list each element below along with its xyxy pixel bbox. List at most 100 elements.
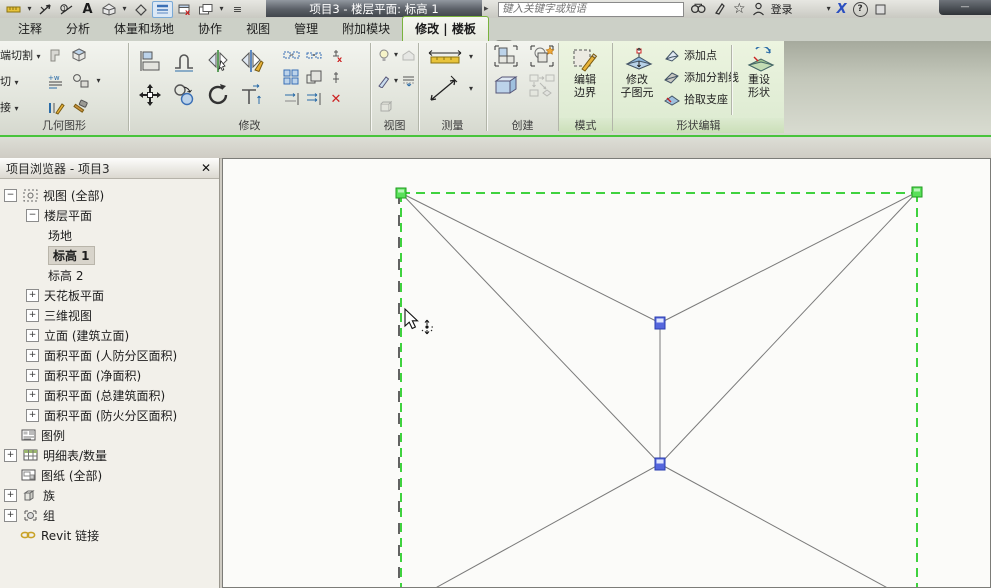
underlay-icon[interactable] [401, 74, 416, 88]
tree-item-视图--全部-[interactable]: −视图 (全部) [0, 185, 219, 205]
exchange-apps-icon[interactable]: X [837, 1, 847, 17]
frame-box-icon[interactable] [377, 100, 392, 114]
offset-icon[interactable] [171, 48, 197, 74]
aligned-dimension-icon[interactable]: 1 [57, 2, 76, 17]
end-cut-button[interactable]: 端切割 ▾ [0, 47, 41, 63]
section-icon[interactable] [131, 2, 150, 17]
switch-windows-dropdown-icon[interactable]: ▾ [217, 2, 226, 17]
tree-item-立面--建筑立面-[interactable]: +立面 (建筑立面) [0, 325, 219, 345]
ribbon-tab-5[interactable]: 管理 [282, 17, 330, 41]
favorites-star-icon[interactable]: ☆ [733, 1, 746, 17]
tree-item-图纸--全部-[interactable]: 图纸 (全部) [0, 465, 219, 485]
expand-icon[interactable]: + [26, 349, 39, 362]
drawing-area[interactable] [222, 158, 991, 588]
paste-aligned-icon[interactable] [528, 73, 556, 99]
measure-dropdown-icon[interactable]: ▾ [25, 2, 34, 17]
modify-sub-elements-button[interactable]: 修改 子图元 [615, 45, 659, 99]
ribbon-tab-0[interactable]: 注释 [6, 17, 54, 41]
trim-multiple-icon[interactable] [305, 92, 323, 106]
tree-item-图例[interactable]: 图例 [0, 425, 219, 445]
expand-icon[interactable]: + [26, 409, 39, 422]
collapse-icon[interactable]: − [4, 189, 17, 202]
shape-edge-2[interactable] [401, 193, 660, 464]
create-similar-icon[interactable] [528, 43, 556, 69]
expand-icon[interactable]: + [26, 329, 39, 342]
signin-dropdown-icon[interactable]: ▾ [827, 1, 831, 17]
help-panel-icon[interactable] [874, 1, 888, 17]
minimize-icon[interactable]: — [961, 3, 970, 12]
tree-item-天花板平面[interactable]: +天花板平面 [0, 285, 219, 305]
add-split-line-button[interactable]: 添加分割线 [663, 67, 739, 87]
scale-icon[interactable] [305, 69, 323, 85]
ribbon-tab-1[interactable]: 分析 [54, 17, 102, 41]
linework-icon[interactable] [47, 99, 65, 116]
ribbon-tab-3[interactable]: 协作 [186, 17, 234, 41]
shape-edge-6[interactable] [660, 464, 917, 587]
dimension-diagonal-icon[interactable] [427, 74, 461, 104]
ribbon-tab-4[interactable]: 视图 [234, 17, 282, 41]
scale-grid-icon[interactable] [283, 69, 301, 85]
close-hidden-windows-icon[interactable]: x [175, 2, 194, 17]
switch-windows-icon[interactable] [196, 2, 215, 17]
rotate-icon[interactable] [205, 82, 231, 108]
subscription-center-icon[interactable] [713, 1, 727, 17]
save-library-icon[interactable] [492, 73, 520, 99]
window-controls[interactable]: — [939, 0, 991, 15]
copy-icon[interactable] [171, 82, 197, 108]
edit-boundary-button[interactable]: 编辑 边界 [563, 45, 607, 99]
beam-join-icon[interactable] [71, 73, 91, 89]
thin-lines-icon[interactable] [152, 1, 173, 18]
join-geometry-icon[interactable] [70, 47, 88, 64]
measure-ruler-icon[interactable] [425, 48, 465, 66]
align-icon[interactable] [137, 48, 163, 74]
tree-item-Revit-链接[interactable]: Revit 链接 [0, 525, 219, 545]
mirror-pick-axis-icon[interactable] [205, 48, 231, 74]
ribbon-tab-6[interactable]: 附加模块 [330, 17, 402, 41]
signin-person-icon[interactable] [752, 1, 765, 17]
tree-item-三维视图[interactable]: +三维视图 [0, 305, 219, 325]
expand-icon[interactable]: + [26, 309, 39, 322]
create-group-icon[interactable] [492, 43, 520, 69]
shape-edge-1[interactable] [660, 192, 917, 323]
delete-icon[interactable]: ✕ [331, 93, 342, 106]
array-radial-icon[interactable] [305, 48, 323, 62]
tree-item-明细表-数量[interactable]: +明细表/数量 [0, 445, 219, 465]
expand-icon[interactable]: + [4, 509, 17, 522]
array-linear-icon[interactable] [283, 48, 301, 62]
lightbulb-icon[interactable] [377, 48, 391, 63]
join-button[interactable]: 接 ▾ [0, 99, 19, 115]
tree-item-面积平面--总建筑面积-[interactable]: +面积平面 (总建筑面积) [0, 385, 219, 405]
unpin-icon[interactable]: x [327, 48, 345, 63]
ribbon-tab-7[interactable]: 修改 | 楼板 [402, 16, 489, 41]
qat-customize-icon[interactable]: ≡ [228, 2, 247, 17]
trim-single-icon[interactable] [283, 92, 301, 106]
tree-item-面积平面--防火分区面积-[interactable]: +面积平面 (防火分区面积) [0, 405, 219, 425]
tree-item-标高-1[interactable]: 标高 1 [0, 245, 219, 265]
text-tool-icon[interactable]: A [78, 2, 97, 17]
house-3d-icon[interactable] [401, 49, 416, 62]
reset-shape-button[interactable]: 重设 形状 [737, 45, 781, 99]
move-icon[interactable] [137, 82, 163, 108]
default-3d-view-icon[interactable] [99, 2, 118, 17]
expand-icon[interactable]: + [26, 289, 39, 302]
trim-extend-icon[interactable] [239, 82, 265, 108]
demolish-hammer-icon[interactable] [71, 99, 89, 115]
mirror-draw-axis-icon[interactable] [239, 48, 265, 74]
paintbrush-icon[interactable] [377, 74, 391, 88]
expand-icon[interactable]: + [26, 389, 39, 402]
tree-item-面积平面--净面积-[interactable]: +面积平面 (净面积) [0, 365, 219, 385]
shape-edge-0[interactable] [401, 193, 660, 323]
tree-item-族[interactable]: +族 [0, 485, 219, 505]
help-search-input[interactable] [498, 2, 684, 17]
shape-edge-3[interactable] [660, 192, 917, 464]
expand-icon[interactable]: + [4, 449, 17, 462]
measure-icon[interactable] [4, 2, 23, 17]
shape-edge-5[interactable] [401, 464, 660, 587]
cope-icon[interactable] [47, 47, 64, 64]
tree-item-面积平面--人防分区面积-[interactable]: +面积平面 (人防分区面积) [0, 345, 219, 365]
tree-item-组[interactable]: +组 [0, 505, 219, 525]
tree-item-标高-2[interactable]: 标高 2 [0, 265, 219, 285]
search-icon[interactable] [690, 1, 707, 17]
help-icon[interactable]: ? [853, 2, 868, 17]
expand-icon[interactable]: + [4, 489, 17, 502]
